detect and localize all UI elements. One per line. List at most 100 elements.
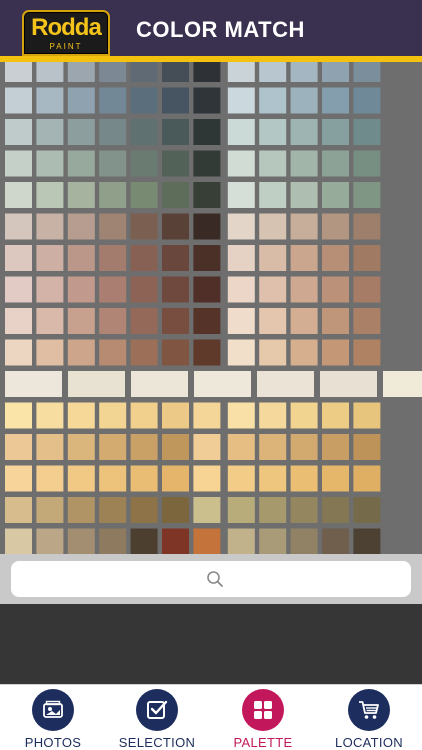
color-swatch[interactable] xyxy=(259,245,287,271)
color-swatch[interactable] xyxy=(99,308,127,334)
color-swatch[interactable] xyxy=(259,402,287,429)
color-swatch[interactable] xyxy=(5,62,32,82)
color-swatch[interactable] xyxy=(36,308,64,334)
color-swatch[interactable] xyxy=(67,150,95,177)
color-swatch[interactable] xyxy=(322,308,349,334)
color-swatch[interactable] xyxy=(130,434,158,460)
color-swatch[interactable] xyxy=(67,276,95,303)
color-swatch[interactable] xyxy=(5,119,32,145)
color-swatch[interactable] xyxy=(162,308,189,334)
color-swatch[interactable] xyxy=(36,87,64,114)
color-swatch[interactable] xyxy=(5,182,32,208)
color-swatch[interactable] xyxy=(193,465,221,492)
color-swatch[interactable] xyxy=(99,465,127,492)
color-swatch[interactable] xyxy=(353,213,381,240)
color-swatch[interactable] xyxy=(5,434,32,460)
color-swatch[interactable] xyxy=(99,62,127,82)
color-swatch[interactable] xyxy=(131,371,188,397)
color-swatch[interactable] xyxy=(227,150,255,177)
color-swatch[interactable] xyxy=(290,213,318,240)
color-swatch[interactable] xyxy=(290,182,318,208)
tab-photos[interactable]: PHOTOS xyxy=(8,689,98,750)
color-swatch[interactable] xyxy=(130,308,158,334)
color-swatch[interactable] xyxy=(320,371,377,397)
color-swatch[interactable] xyxy=(227,434,255,460)
color-swatch[interactable] xyxy=(67,87,95,114)
color-swatch[interactable] xyxy=(5,497,32,523)
color-swatch[interactable] xyxy=(353,276,381,303)
color-swatch[interactable] xyxy=(130,276,158,303)
color-swatch[interactable] xyxy=(227,62,255,82)
color-swatch[interactable] xyxy=(193,497,221,523)
color-swatch[interactable] xyxy=(67,119,95,145)
color-swatch[interactable] xyxy=(353,119,381,145)
color-swatch[interactable] xyxy=(322,465,349,492)
color-swatch[interactable] xyxy=(67,339,95,366)
color-swatch[interactable] xyxy=(227,528,255,555)
color-swatch[interactable] xyxy=(99,87,127,114)
color-swatch[interactable] xyxy=(353,182,381,208)
color-swatch[interactable] xyxy=(5,150,32,177)
color-swatch[interactable] xyxy=(36,276,64,303)
color-swatch[interactable] xyxy=(5,308,32,334)
color-swatch[interactable] xyxy=(130,245,158,271)
color-swatch[interactable] xyxy=(99,276,127,303)
color-swatch[interactable] xyxy=(67,465,95,492)
color-swatch[interactable] xyxy=(5,465,32,492)
color-swatch[interactable] xyxy=(227,213,255,240)
color-swatch[interactable] xyxy=(257,371,314,397)
color-swatch[interactable] xyxy=(322,62,349,82)
color-swatch[interactable] xyxy=(290,87,318,114)
color-swatch[interactable] xyxy=(99,150,127,177)
tab-palette[interactable]: PALETTE xyxy=(218,689,308,750)
color-swatch[interactable] xyxy=(193,245,221,271)
color-swatch[interactable] xyxy=(193,87,221,114)
color-swatch[interactable] xyxy=(5,87,32,114)
color-swatch[interactable] xyxy=(193,528,221,555)
color-swatch[interactable] xyxy=(193,62,221,82)
color-swatch[interactable] xyxy=(36,119,64,145)
color-swatch[interactable] xyxy=(322,213,349,240)
color-swatch[interactable] xyxy=(36,465,64,492)
color-swatch[interactable] xyxy=(99,213,127,240)
color-swatch[interactable] xyxy=(227,497,255,523)
color-swatch[interactable] xyxy=(259,276,287,303)
color-swatch[interactable] xyxy=(162,434,189,460)
color-swatch[interactable] xyxy=(353,434,381,460)
color-swatch[interactable] xyxy=(227,182,255,208)
color-swatch[interactable] xyxy=(67,308,95,334)
color-swatch[interactable] xyxy=(99,182,127,208)
color-swatch[interactable] xyxy=(290,62,318,82)
color-swatch[interactable] xyxy=(67,213,95,240)
color-swatch[interactable] xyxy=(322,276,349,303)
color-swatch[interactable] xyxy=(259,150,287,177)
color-swatch[interactable] xyxy=(353,402,381,429)
color-swatch[interactable] xyxy=(227,87,255,114)
color-swatch[interactable] xyxy=(259,213,287,240)
color-swatch[interactable] xyxy=(383,371,422,397)
color-swatch[interactable] xyxy=(322,119,349,145)
color-swatch[interactable] xyxy=(162,119,189,145)
color-swatch[interactable] xyxy=(322,150,349,177)
tab-location[interactable]: LOCATION xyxy=(324,689,414,750)
color-swatch[interactable] xyxy=(290,465,318,492)
color-swatch[interactable] xyxy=(5,213,32,240)
color-swatch[interactable] xyxy=(162,213,189,240)
color-swatch[interactable] xyxy=(290,528,318,555)
color-swatch[interactable] xyxy=(259,119,287,145)
color-swatch[interactable] xyxy=(36,213,64,240)
color-swatch[interactable] xyxy=(322,339,349,366)
color-swatch[interactable] xyxy=(353,497,381,523)
color-swatch[interactable] xyxy=(5,371,62,397)
color-swatch[interactable] xyxy=(259,87,287,114)
color-swatch[interactable] xyxy=(67,402,95,429)
color-swatch[interactable] xyxy=(322,402,349,429)
color-swatch[interactable] xyxy=(227,308,255,334)
color-swatch[interactable] xyxy=(130,87,158,114)
color-swatch[interactable] xyxy=(227,245,255,271)
color-swatch[interactable] xyxy=(290,497,318,523)
color-swatch[interactable] xyxy=(290,276,318,303)
color-swatch[interactable] xyxy=(162,339,189,366)
color-swatch[interactable] xyxy=(162,497,189,523)
color-swatch[interactable] xyxy=(36,434,64,460)
